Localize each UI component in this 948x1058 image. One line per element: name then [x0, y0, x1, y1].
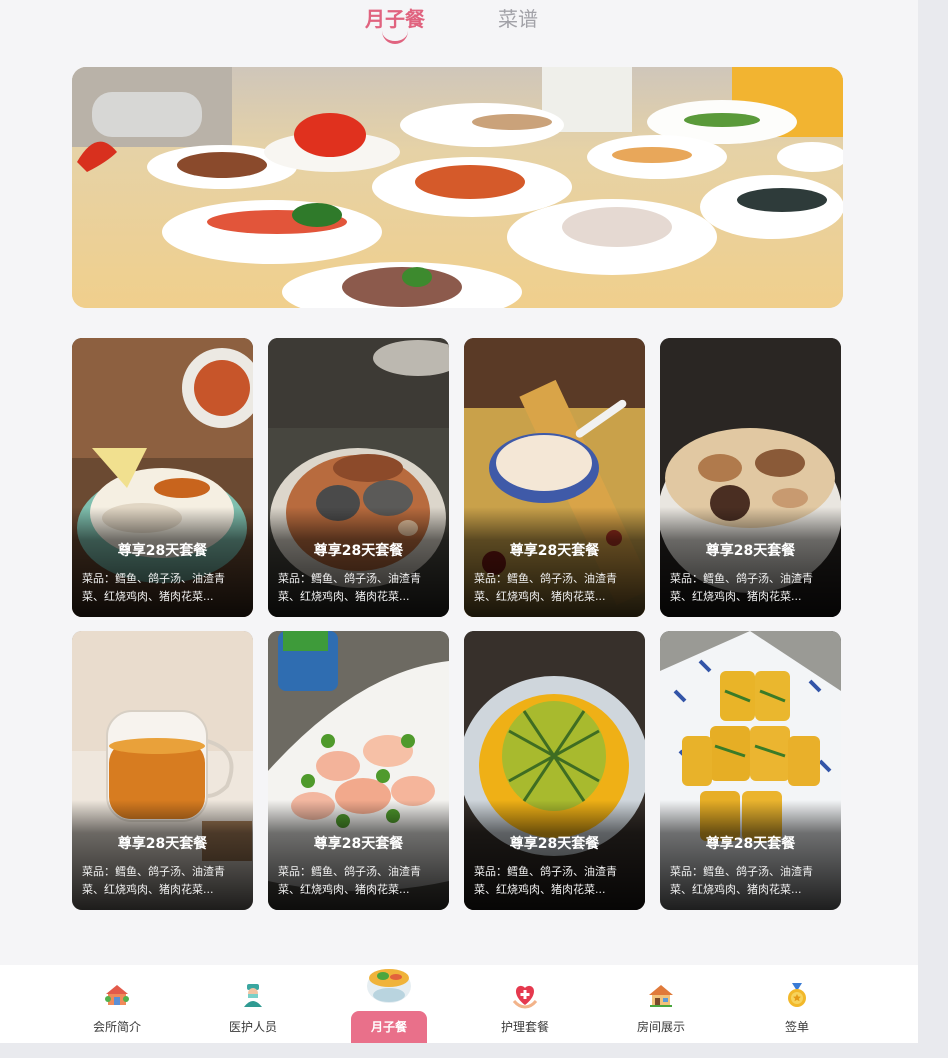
care-heart-icon: [512, 985, 538, 1009]
meal-package-card[interactable]: 尊享28天套餐 菜品：鳕鱼、鸽子汤、油渣青菜、红烧鸡肉、猪肉花菜...: [464, 338, 645, 617]
nav-item-clubhouse[interactable]: 会所简介: [67, 965, 167, 1043]
nav-label: 医护人员: [228, 1020, 277, 1034]
card-description: 菜品：鳕鱼、鸽子汤、油渣青菜、红烧鸡肉、猪肉花菜...: [670, 865, 813, 896]
card-title: 尊享28天套餐: [705, 836, 796, 852]
meal-package-card[interactable]: 尊享28天套餐 菜品：鳕鱼、鸽子汤、油渣青菜、红烧鸡肉、猪肉花菜...: [268, 631, 449, 910]
card-title: 尊享28天套餐: [313, 836, 404, 852]
card-description: 菜品：鳕鱼、鸽子汤、油渣青菜、红烧鸡肉、猪肉花菜...: [82, 572, 225, 603]
card-description: 菜品：鳕鱼、鸽子汤、油渣青菜、红烧鸡肉、猪肉花菜...: [670, 572, 813, 603]
meal-package-card[interactable]: 尊享28天套餐 菜品：鳕鱼、鸽子汤、油渣青菜、红烧鸡肉、猪肉花菜...: [660, 338, 841, 617]
nav-label: 月子餐: [370, 1020, 407, 1034]
window-edge: [918, 0, 948, 1058]
banner-image[interactable]: [72, 67, 843, 308]
card-description: 菜品：鳕鱼、鸽子汤、油渣青菜、红烧鸡肉、猪肉花菜...: [82, 865, 225, 896]
nav-item-sign-order[interactable]: 签单: [747, 965, 847, 1043]
house-icon: [649, 985, 673, 1007]
bottom-nav: 会所简介 医护人员 月子餐 护理套餐 房间展示 签单: [0, 965, 918, 1043]
meal-package-card[interactable]: 尊享28天套餐 菜品：鳕鱼、鸽子汤、油渣青菜、红烧鸡肉、猪肉花菜...: [72, 631, 253, 910]
card-description: 菜品：鳕鱼、鸽子汤、油渣青菜、红烧鸡肉、猪肉花菜...: [278, 572, 421, 603]
tab-meals[interactable]: 月子餐: [365, 6, 425, 32]
nav-item-room-display[interactable]: 房间展示: [611, 965, 711, 1043]
medal-icon: [788, 983, 806, 1007]
card-title: 尊享28天套餐: [509, 543, 600, 559]
nav-item-care-package[interactable]: 护理套餐: [475, 965, 575, 1043]
card-title: 尊享28天套餐: [117, 543, 208, 559]
nav-item-medical-staff[interactable]: 医护人员: [203, 965, 303, 1043]
nav-item-meals[interactable]: 月子餐: [351, 965, 451, 1043]
meal-package-card[interactable]: 尊享28天套餐 菜品：鳕鱼、鸽子汤、油渣青菜、红烧鸡肉、猪肉花菜...: [268, 338, 449, 617]
meal-package-card[interactable]: 尊享28天套餐 菜品：鳕鱼、鸽子汤、油渣青菜、红烧鸡肉、猪肉花菜...: [660, 631, 841, 910]
meal-package-card[interactable]: 尊享28天套餐 菜品：鳕鱼、鸽子汤、油渣青菜、红烧鸡肉、猪肉花菜...: [464, 631, 645, 910]
nav-label: 护理套餐: [500, 1020, 549, 1034]
card-title: 尊享28天套餐: [705, 543, 796, 559]
nav-label: 房间展示: [636, 1020, 685, 1034]
nav-label: 会所简介: [92, 1020, 141, 1034]
tab-recipes[interactable]: 菜谱: [498, 6, 538, 32]
clubhouse-icon: [105, 985, 129, 1005]
banquet-dishes-photo: [72, 67, 843, 308]
top-tabs: 月子餐 菜谱: [0, 0, 918, 55]
card-description: 菜品：鳕鱼、鸽子汤、油渣青菜、红烧鸡肉、猪肉花菜...: [278, 865, 421, 896]
nav-label: 签单: [784, 1020, 809, 1034]
active-tab-indicator: [382, 30, 408, 44]
meal-bowl-icon: [367, 969, 411, 1003]
card-description: 菜品：鳕鱼、鸽子汤、油渣青菜、红烧鸡肉、猪肉花菜...: [474, 865, 617, 896]
card-description: 菜品：鳕鱼、鸽子汤、油渣青菜、红烧鸡肉、猪肉花菜...: [474, 572, 617, 603]
app-screen: 月子餐 菜谱 尊享28天套餐 菜品：鳕鱼、鸽子汤、油渣青菜、红烧鸡肉、猪肉花菜.…: [0, 0, 918, 1058]
bottom-gutter: [0, 1043, 918, 1058]
card-title: 尊享28天套餐: [117, 836, 208, 852]
card-title: 尊享28天套餐: [313, 543, 404, 559]
meal-package-card[interactable]: 尊享28天套餐 菜品：鳕鱼、鸽子汤、油渣青菜、红烧鸡肉、猪肉花菜...: [72, 338, 253, 617]
nurse-icon: [244, 984, 262, 1007]
card-title: 尊享28天套餐: [509, 836, 600, 852]
